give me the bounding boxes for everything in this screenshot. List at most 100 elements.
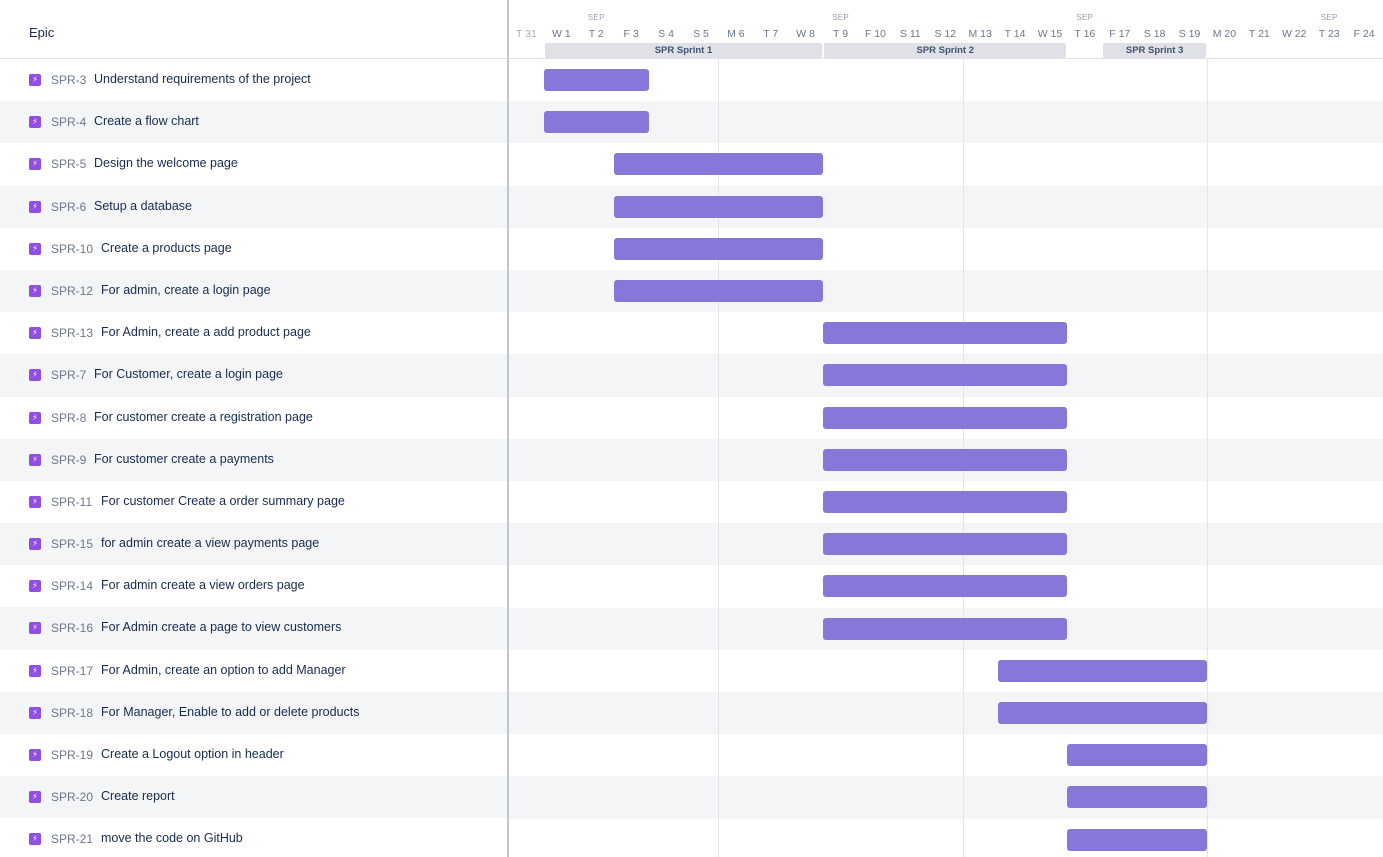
month-label: SEP — [587, 13, 605, 22]
epic-summary[interactable]: For admin, create a login page — [101, 283, 271, 297]
epic-summary[interactable]: Setup a database — [94, 199, 192, 213]
lightning-bolt-icon: ⚡ — [29, 749, 41, 761]
epic-row[interactable]: ⚡ SPR-6 Setup a database — [0, 185, 508, 228]
epic-summary[interactable]: Create a flow chart — [94, 114, 199, 128]
epic-key[interactable]: SPR-20 — [51, 790, 93, 804]
timeline-row — [509, 650, 1383, 692]
epic-key[interactable]: SPR-5 — [51, 157, 86, 171]
epic-key[interactable]: SPR-11 — [51, 495, 92, 509]
epic-list: ⚡ SPR-3 Understand requirements of the pro… — [0, 59, 508, 857]
epic-key[interactable]: SPR-17 — [51, 664, 93, 678]
lightning-bolt-icon: ⚡ — [29, 369, 41, 382]
lightning-bolt-icon: ⚡ — [29, 453, 41, 466]
epic-bar[interactable] — [823, 533, 1068, 556]
epic-list-header: Epic — [0, 0, 508, 59]
epic-summary[interactable]: For Manager, Enable to add or delete pro… — [101, 705, 360, 719]
epic-row[interactable]: ⚡ SPR-11 For customer Create a order summa… — [0, 481, 508, 523]
epic-key[interactable]: SPR-13 — [51, 326, 93, 340]
epic-summary[interactable]: Create report — [101, 789, 175, 803]
epic-summary[interactable]: Design the welcome page — [94, 156, 238, 170]
epic-bar[interactable] — [543, 111, 649, 134]
sprint-label[interactable]: SPR Sprint 2 — [824, 43, 1067, 58]
epic-row[interactable]: ⚡ SPR-7 For Customer, create a login page — [0, 354, 508, 397]
epic-row[interactable]: ⚡ SPR-14 For admin create a view orders pa… — [0, 565, 508, 607]
timeline-row — [509, 776, 1383, 819]
epic-summary[interactable]: Understand requirements of the project — [94, 72, 311, 86]
epic-summary[interactable]: For customer Create a order summary page — [101, 494, 345, 508]
roadmap-view: Epic ⚡ SPR-3 Understand requirements of th… — [0, 0, 1383, 857]
epic-key[interactable]: SPR-8 — [51, 411, 86, 425]
epic-summary[interactable]: For Admin create a page to view customer… — [101, 620, 341, 634]
epic-summary[interactable]: for admin create a view payments page — [101, 536, 319, 550]
epic-key[interactable]: SPR-15 — [51, 537, 93, 551]
epic-bar[interactable] — [823, 491, 1068, 513]
epic-row[interactable]: ⚡ SPR-8 For customer create a registration… — [0, 397, 508, 439]
epic-bar[interactable] — [1067, 744, 1207, 767]
epic-bar[interactable] — [1067, 828, 1207, 851]
epic-summary[interactable]: For Customer, create a login page — [94, 367, 283, 381]
epic-bar[interactable] — [823, 406, 1068, 429]
epic-row[interactable]: ⚡ SPR-16 For Admin create a page to view c… — [0, 607, 508, 650]
epic-row[interactable]: ⚡ SPR-20 Create report — [0, 776, 508, 819]
epic-row[interactable]: ⚡ SPR-13 For Admin, create a add product p… — [0, 312, 508, 354]
epic-key[interactable]: SPR-16 — [51, 621, 93, 635]
epic-row[interactable]: ⚡ SPR-18 For Manager, Enable to add or del… — [0, 691, 508, 734]
epic-bar[interactable] — [823, 448, 1068, 471]
epic-bar[interactable] — [997, 702, 1207, 724]
epic-key[interactable]: SPR-18 — [51, 706, 93, 720]
epic-summary[interactable]: move the code on GitHub — [101, 831, 243, 845]
epic-key[interactable]: SPR-6 — [51, 200, 86, 214]
epic-bar[interactable] — [613, 237, 824, 260]
epic-summary[interactable]: For admin create a view orders page — [101, 578, 305, 592]
lightning-bolt-icon: ⚡ — [29, 242, 41, 255]
day-label: W 1 — [552, 28, 571, 40]
month-label: SEP — [1320, 13, 1338, 22]
epic-bar[interactable] — [823, 364, 1068, 387]
epic-key[interactable]: SPR-12 — [51, 284, 93, 298]
epic-summary[interactable]: Create a products page — [101, 241, 232, 255]
week-gridline — [718, 59, 720, 857]
month-label: SEP — [832, 13, 850, 22]
epic-row[interactable]: ⚡ SPR-10 Create a products page — [0, 228, 508, 270]
lightning-bolt-icon: ⚡ — [29, 580, 41, 593]
epic-row[interactable]: ⚡ SPR-12 For admin, create a login page — [0, 269, 508, 313]
epic-row[interactable]: ⚡ SPR-5 Design the welcome page — [0, 143, 508, 185]
lightning-bolt-icon: ⚡ — [29, 411, 41, 424]
epic-row[interactable]: ⚡ SPR-19 Create a Logout option in header — [0, 734, 508, 776]
epic-bar[interactable] — [613, 195, 824, 218]
epic-key[interactable]: SPR-14 — [51, 579, 93, 593]
epic-summary[interactable]: For Admin, create an option to add Manag… — [101, 663, 346, 677]
lightning-bolt-icon: ⚡ — [29, 284, 41, 297]
epic-bar[interactable] — [997, 659, 1207, 682]
epic-row[interactable]: ⚡ SPR-3 Understand requirements of the pro… — [0, 59, 508, 101]
epic-bar[interactable] — [823, 575, 1068, 598]
epic-key[interactable]: SPR-10 — [51, 242, 93, 256]
epic-row[interactable]: ⚡ SPR-15 for admin create a view payments … — [0, 523, 508, 566]
sprint-label[interactable]: SPR Sprint 3 — [1103, 43, 1206, 58]
epic-key[interactable]: SPR-19 — [51, 748, 93, 762]
sprint-label[interactable]: SPR Sprint 1 — [544, 43, 823, 58]
epic-bar[interactable] — [1067, 786, 1207, 809]
epic-key[interactable]: SPR-21 — [51, 832, 93, 846]
epic-key[interactable]: SPR-9 — [51, 453, 86, 467]
epic-row[interactable]: ⚡ SPR-21 move the code on GitHub — [0, 818, 508, 857]
epic-bar[interactable] — [543, 69, 649, 91]
epic-key[interactable]: SPR-3 — [51, 73, 86, 87]
day-label: T 2 — [588, 28, 604, 40]
epic-bar[interactable] — [823, 322, 1068, 345]
epic-bar[interactable] — [823, 617, 1068, 640]
epic-row[interactable]: ⚡ SPR-9 For customer create a payments — [0, 438, 508, 481]
epic-summary[interactable]: Create a Logout option in header — [101, 747, 284, 761]
day-label: T 21 — [1248, 28, 1270, 40]
epic-row[interactable]: ⚡ SPR-4 Create a flow chart — [0, 101, 508, 144]
epic-bar[interactable] — [613, 280, 824, 302]
epic-row[interactable]: ⚡ SPR-17 For Admin, create an option to ad… — [0, 650, 508, 692]
epic-bar[interactable] — [613, 153, 824, 176]
epic-key[interactable]: SPR-4 — [51, 115, 86, 129]
epic-key[interactable]: SPR-7 — [51, 368, 86, 382]
epic-summary[interactable]: For Admin, create a add product page — [101, 325, 311, 339]
lightning-bolt-icon: ⚡ — [29, 200, 41, 213]
timeline-row — [509, 692, 1383, 735]
epic-summary[interactable]: For customer create a payments — [94, 452, 274, 466]
epic-summary[interactable]: For customer create a registration page — [94, 410, 313, 424]
